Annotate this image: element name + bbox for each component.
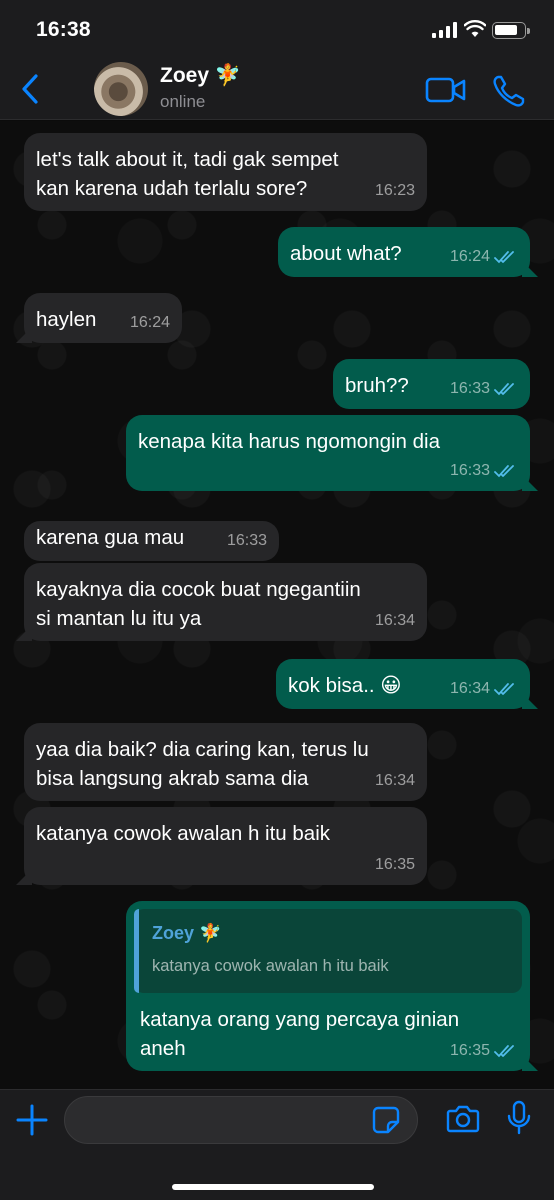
microphone-icon[interactable] [506,1100,532,1136]
message-outgoing[interactable]: about what? 16:24 [278,227,530,277]
home-indicator[interactable] [172,1184,374,1190]
message-text: kayaknya dia cocok buat ngegantiin si ma… [36,578,361,630]
contact-status: online [160,92,206,111]
read-ticks-icon [494,382,514,395]
back-chevron-icon[interactable] [18,72,44,106]
status-bar: 16:38 [0,0,554,58]
plus-icon[interactable] [16,1104,48,1136]
camera-icon[interactable] [446,1104,480,1134]
message-list[interactable]: let's talk about it, tadi gak sempet kan… [0,121,554,1089]
quoted-sender-name: Zoey 🧚 [152,923,222,943]
wifi-icon [464,20,486,37]
quoted-text: katanya cowok awalan h itu baik [152,957,389,975]
message-time: 16:34 [374,772,415,789]
battery-icon [492,22,530,39]
message-outgoing[interactable]: kenapa kita harus ngomongin dia 16:33 [126,415,530,491]
message-time: 16:33 [226,532,267,549]
message-incoming[interactable]: karena gua mau 16:33 [24,521,279,561]
phone-call-icon[interactable] [492,74,526,108]
message-incoming[interactable]: kayaknya dia cocok buat ngegantiin si ma… [24,563,427,641]
read-ticks-icon [494,464,514,477]
message-time: 16:33 [450,456,518,485]
message-time: 16:35 [450,1036,518,1065]
quoted-message[interactable]: Zoey 🧚 katanya cowok awalan h itu baik [134,909,522,993]
message-incoming[interactable]: katanya cowok awalan h itu baik 16:35 [24,807,427,885]
message-time: 16:34 [374,612,415,629]
avatar[interactable] [94,62,148,116]
read-ticks-icon [494,682,514,695]
message-outgoing-reply[interactable]: Zoey 🧚 katanya cowok awalan h itu baik k… [126,901,530,1071]
signal-icon [432,22,458,38]
message-outgoing[interactable]: kok bisa.. 😀 16:34 [276,659,530,709]
message-time: 16:35 [374,856,415,873]
chat-header: Zoey 🧚 online [0,58,554,120]
contact-name[interactable]: Zoey 🧚 [160,64,241,88]
message-text: yaa dia baik? dia caring kan, terus lu b… [36,738,369,790]
message-text: katanya cowok awalan h itu baik [36,822,331,845]
message-incoming[interactable]: haylen 16:24 [24,293,182,343]
message-incoming[interactable]: yaa dia baik? dia caring kan, terus lu b… [24,723,427,801]
message-text: kenapa kita harus ngomongin dia [138,430,441,453]
video-call-icon[interactable] [425,76,467,104]
read-ticks-icon [494,1044,514,1057]
message-time: 16:24 [450,242,518,271]
sticker-icon[interactable] [372,1106,400,1134]
message-text: let's talk about it, tadi gak sempet kan… [36,148,339,200]
message-time: 16:23 [374,182,415,199]
message-time: 16:33 [450,374,518,403]
status-time: 16:38 [36,18,91,41]
message-time: 16:34 [450,674,518,703]
message-outgoing[interactable]: bruh?? 16:33 [333,359,530,409]
message-incoming[interactable]: let's talk about it, tadi gak sempet kan… [24,133,427,211]
message-input[interactable] [64,1096,418,1144]
read-ticks-icon [494,250,514,263]
message-time: 16:24 [129,314,170,331]
